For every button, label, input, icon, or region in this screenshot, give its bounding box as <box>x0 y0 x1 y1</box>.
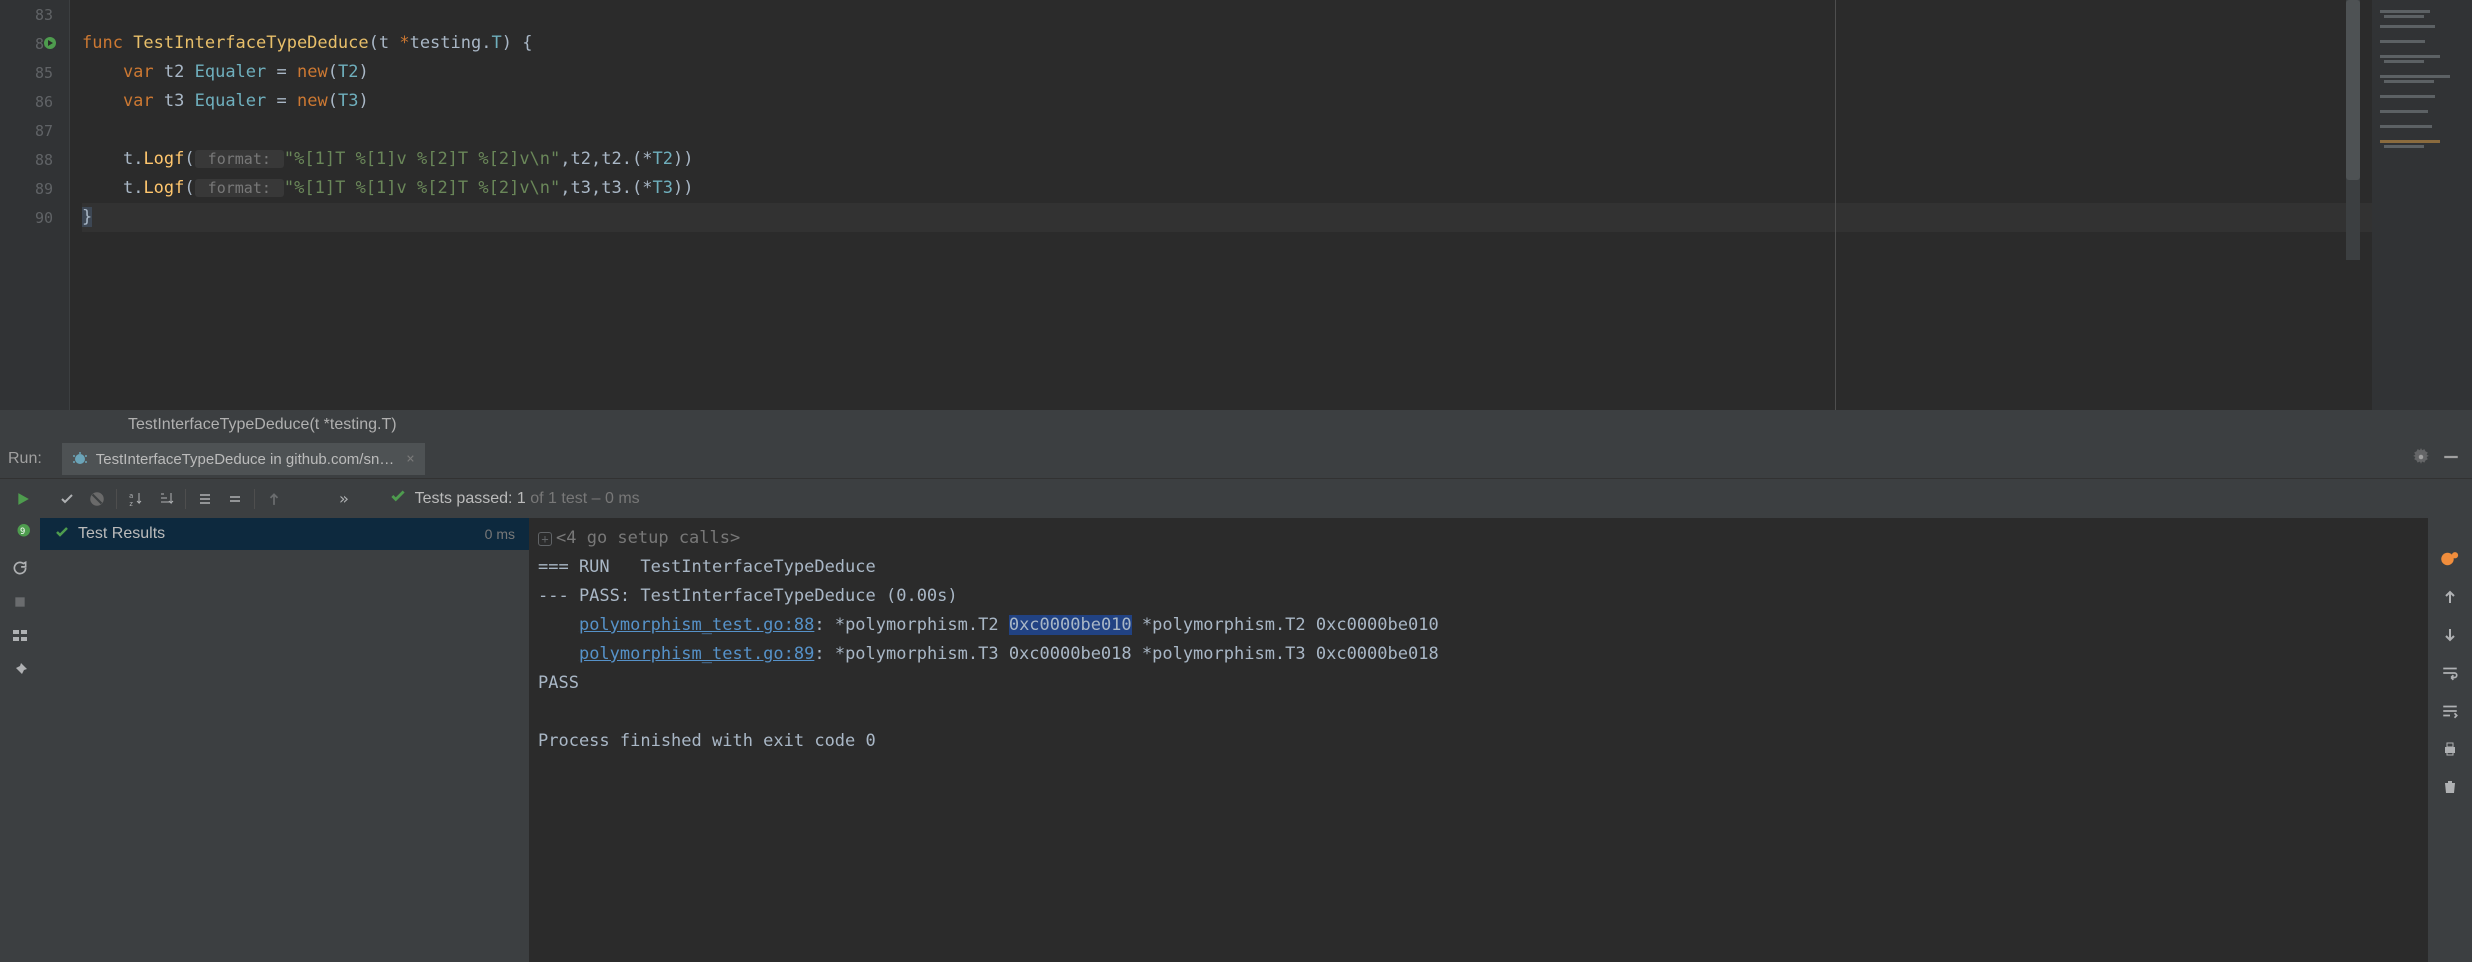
gear-icon[interactable] <box>2412 448 2430 470</box>
svg-text:z: z <box>129 500 133 507</box>
console-output[interactable]: +<4 go setup calls> === RUN TestInterfac… <box>530 518 2428 962</box>
run-toolbar: az » Tests passed: 1 of 1 test <box>0 478 2472 518</box>
down-arrow-icon[interactable] <box>2439 624 2461 646</box>
run-test-gutter-icon[interactable] <box>42 35 58 51</box>
more-icon[interactable]: » <box>339 489 349 508</box>
line-number: 88 <box>0 145 69 174</box>
checkmark-filter-icon[interactable] <box>52 484 82 514</box>
file-link[interactable]: polymorphism_test.go:88 <box>579 615 814 635</box>
run-panel: Run: TestInterfaceTypeDeduce in github.c… <box>0 440 2472 962</box>
line-number: 87 <box>0 116 69 145</box>
run-content: 9 Test <box>0 518 2472 962</box>
highlighted-text: 0xc0000be010 <box>1009 615 1132 635</box>
up-arrow-icon[interactable] <box>2439 586 2461 608</box>
run-right-sidebar <box>2428 518 2472 962</box>
stop-icon[interactable] <box>10 592 30 612</box>
parameter-hint: format: <box>195 150 284 168</box>
breadcrumb-bar: TestInterfaceTypeDeduce(t *testing.T) <box>0 410 2472 440</box>
pin-icon[interactable] <box>10 660 30 680</box>
test-results-root[interactable]: Test Results 0 ms <box>40 518 529 550</box>
svg-text:9: 9 <box>20 527 25 537</box>
run-left-sidebar: 9 <box>0 518 40 962</box>
check-icon <box>389 487 407 510</box>
scroll-to-end-icon[interactable] <box>2439 700 2461 722</box>
run-tab[interactable]: TestInterfaceTypeDeduce in github.com/sn… <box>62 443 425 475</box>
collapse-all-icon[interactable] <box>220 484 250 514</box>
run-label: Run: <box>8 450 42 468</box>
test-tree-label: Test Results <box>78 525 477 543</box>
bug-icon <box>72 451 88 467</box>
run-panel-header: Run: TestInterfaceTypeDeduce in github.c… <box>0 440 2472 478</box>
close-tab-icon[interactable]: × <box>406 451 414 467</box>
file-link[interactable]: polymorphism_test.go:89 <box>579 644 814 664</box>
line-number: 83 <box>0 0 69 29</box>
refresh-icon[interactable] <box>10 558 30 578</box>
line-number: 84 <box>0 29 69 58</box>
run-button[interactable] <box>8 484 38 514</box>
check-icon <box>54 524 70 545</box>
editor-area: 83 84 85 86 87 88 89 90 func TestInterfa… <box>0 0 2472 410</box>
soft-wrap-icon[interactable] <box>2439 662 2461 684</box>
minimap[interactable] <box>2372 0 2472 410</box>
line-number: 85 <box>0 58 69 87</box>
layout-icon[interactable] <box>10 626 30 646</box>
test-status: Tests passed: 1 of 1 test – 0 ms <box>389 487 640 510</box>
breadcrumb-text[interactable]: TestInterfaceTypeDeduce(t *testing.T) <box>128 416 397 434</box>
disabled-filter-icon[interactable] <box>82 484 112 514</box>
line-number: 86 <box>0 87 69 116</box>
minimize-icon[interactable] <box>2442 448 2460 470</box>
expand-all-icon[interactable] <box>190 484 220 514</box>
line-number: 89 <box>0 174 69 203</box>
fold-icon[interactable]: + <box>538 532 552 546</box>
line-number: 90 <box>0 203 69 232</box>
test-tree-time: 0 ms <box>485 526 515 542</box>
editor-gutter: 83 84 85 86 87 88 89 90 <box>0 0 70 410</box>
parameter-hint: format: <box>195 179 284 197</box>
up-arrow-icon[interactable] <box>259 484 289 514</box>
run-tab-label: TestInterfaceTypeDeduce in github.com/sn… <box>96 451 395 468</box>
editor-scrollbar[interactable] <box>2346 0 2360 260</box>
sort-duration-icon[interactable] <box>151 484 181 514</box>
ai-assistant-icon[interactable] <box>2439 548 2461 570</box>
sort-alpha-icon[interactable]: az <box>121 484 151 514</box>
trash-icon[interactable] <box>2439 776 2461 798</box>
print-icon[interactable] <box>2439 738 2461 760</box>
test-tree: Test Results 0 ms <box>40 518 530 962</box>
debug-badge-icon[interactable]: 9 <box>10 524 30 544</box>
svg-text:a: a <box>129 492 133 500</box>
code-editor[interactable]: func TestInterfaceTypeDeduce(t *testing.… <box>70 0 2372 410</box>
